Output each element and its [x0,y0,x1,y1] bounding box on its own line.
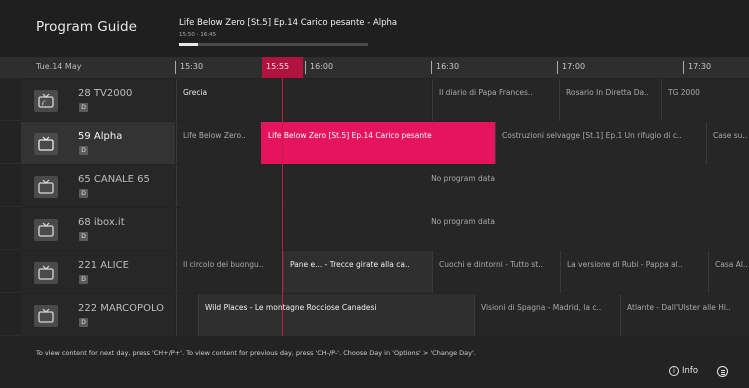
program-cell[interactable]: Costruzioni selvagge [St.1] Ep.1 Un rifu… [495,122,706,164]
channel-name: 59 Alpha [78,131,123,142]
navigation-hint: To view content for next day, press 'CH+… [36,349,476,357]
tv-icon [34,262,58,284]
time-tick: 16:30 [431,61,459,74]
program-cell[interactable]: Case su.. [706,122,749,164]
program-title: Rosario In Diretta Da.. [566,88,649,97]
tv-icon [34,305,58,327]
program-title: Cuochi e dintorni - Tutto st.. [439,260,543,269]
tv-icon [34,90,58,112]
options-icon[interactable] [717,366,728,377]
program-title: Life Below Zero.. [183,131,246,140]
channel-row: 222 MARCOPOLO D Wild Places - Le montagn… [0,294,749,336]
tv-icon [34,219,58,241]
program-cell[interactable] [176,294,198,336]
channel-badge: D [79,275,88,284]
program-title: Visioni di Spagna - Madrid, la c.. [481,303,602,312]
program-cell[interactable]: Il circolo dei buongu.. [176,251,283,293]
program-title: Costruzioni selvagge [St.1] Ep.1 Un rifu… [502,131,682,140]
program-cell[interactable]: Atlante - Dall'Ulster alle Hi.. [620,294,749,336]
channel-row: 65 CANALE 65 D No program data [0,165,749,207]
page-title: Program Guide [36,19,137,35]
program-cell[interactable]: TG 2000 [661,79,749,121]
channel-cell[interactable]: 28 TV2000 D [21,79,175,121]
guide-header: Program Guide Life Below Zero [St.5] Ep.… [0,0,749,57]
channel-row: 59 Alpha D Life Below Zero.. Life Below … [0,122,749,164]
program-cell[interactable]: Cuochi e dintorni - Tutto st.. [432,251,560,293]
channel-cell[interactable]: 68 ibox.it D [21,208,175,250]
time-tick: 17:30 [683,61,711,74]
channel-cell[interactable]: 59 Alpha D [21,122,175,164]
program-title: TG 2000 [668,88,700,97]
time-tick: 17:00 [557,61,585,74]
program-title: Il diario di Papa Frances.. [439,88,533,97]
program-title: Grecia [183,88,208,97]
current-time-line [282,78,283,336]
tv-icon [34,176,58,198]
channel-badge: D [79,318,88,327]
program-cell[interactable]: Grecia [176,79,431,121]
program-cell[interactable]: Visioni di Spagna - Madrid, la c.. [474,294,620,336]
program-title: No program data [431,217,495,226]
timeline-bar: Tue.14 May 15:55 15:30 16:00 16:30 17:00… [0,57,749,78]
channel-name: 222 MARCOPOLO [78,303,165,314]
info-icon: i [669,366,679,376]
program-cell[interactable]: Rosario In Diretta Da.. [559,79,661,121]
program-cell[interactable]: Casa Al.. [708,251,749,293]
program-cell[interactable]: La versione di Rubi - Pappa al.. [560,251,708,293]
time-tick: 16:00 [305,61,333,74]
now-playing-progress [179,43,368,46]
channel-name: 68 ibox.it [78,217,125,228]
program-title: Il circolo dei buongu.. [183,260,264,269]
program-title: Life Below Zero [St.5] Ep.14 Carico pesa… [268,131,432,140]
program-cell[interactable]: Il diario di Papa Frances.. [432,79,559,121]
channel-badge: D [79,232,88,241]
program-title: La versione di Rubi - Pappa al.. [567,260,683,269]
now-playing-title: Life Below Zero [St.5] Ep.14 Carico pesa… [179,18,398,28]
channel-name: 28 TV2000 [78,88,133,99]
timeline-date: Tue.14 May [36,62,82,71]
channel-cell[interactable]: 222 MARCOPOLO D [21,294,175,336]
channel-badge: D [79,189,88,198]
program-title: Wild Places - Le montagne Rocciose Canad… [205,303,377,312]
current-time-label: 15:55 [266,62,290,71]
info-button[interactable]: i Info [669,366,698,376]
now-playing-time: 15:50 - 16:45 [179,32,217,38]
channel-name: 65 CANALE 65 [78,174,150,185]
program-title: Casa Al.. [715,260,748,269]
channel-row: 221 ALICE D Il circolo dei buongu.. Pane… [0,251,749,293]
program-title: Pane e... - Trecce girate alla ca.. [290,260,410,269]
program-cell[interactable]: Pane e... - Trecce girate alla ca.. [283,251,432,293]
channel-cell[interactable]: 65 CANALE 65 D [21,165,175,207]
channel-row: 68 ibox.it D No program data [0,208,749,250]
program-cell-selected[interactable]: Life Below Zero [St.5] Ep.14 Carico pesa… [261,122,495,164]
channel-badge: D [79,146,88,155]
program-cell-empty[interactable]: No program data [176,165,749,207]
channel-name: 221 ALICE [78,260,129,271]
program-cell-empty[interactable]: No program data [176,208,749,250]
channel-badge: D [79,103,88,112]
program-title: No program data [431,174,495,183]
program-cell[interactable]: Life Below Zero.. [176,122,261,164]
info-label: Info [682,366,699,376]
time-tick: 15:30 [175,61,203,74]
program-cell[interactable]: Wild Places - Le montagne Rocciose Canad… [198,294,474,336]
channel-cell[interactable]: 221 ALICE D [21,251,175,293]
tv-icon [34,133,58,155]
channel-row: 28 TV2000 D Grecia Il diario di Papa Fra… [0,79,749,121]
program-title: Atlante - Dall'Ulster alle Hi.. [627,303,731,312]
now-playing-progress-fill [179,43,198,46]
program-title: Case su.. [713,131,748,140]
